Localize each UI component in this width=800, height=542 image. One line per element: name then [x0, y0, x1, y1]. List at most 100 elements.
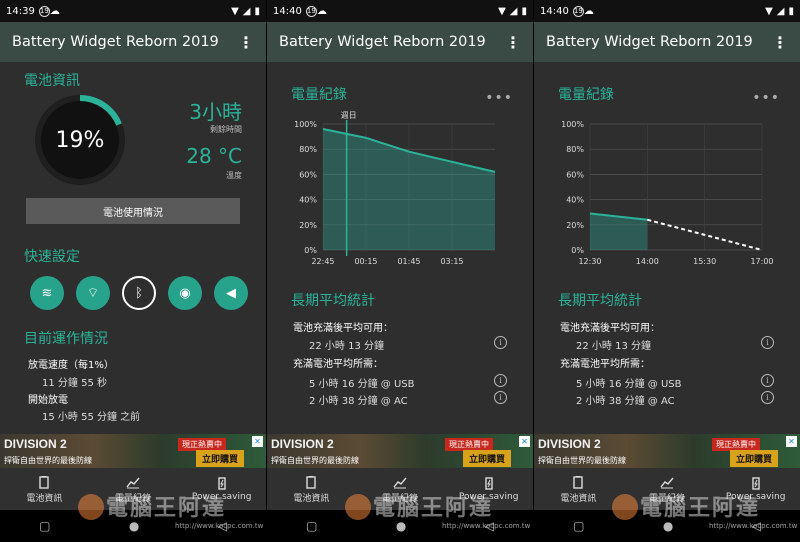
- stats-title: 長期平均統計: [558, 293, 642, 309]
- auto-brightness-toggle[interactable]: ◉: [168, 276, 202, 310]
- chart-icon: [660, 477, 674, 488]
- battery-chart: 100% 80% 60% 40% 20% 0% 22:45 00:15 01:45 03:15 週日: [294, 111, 496, 266]
- info-icon[interactable]: i: [494, 336, 507, 349]
- info-icon[interactable]: i: [761, 391, 774, 404]
- info-icon[interactable]: i: [494, 391, 507, 404]
- notification-icon: 19: [305, 5, 317, 17]
- more-options-icon[interactable]: ⋮: [772, 33, 788, 52]
- battery-history-content: 電量紀錄 ••• 100% 80% 60% 40% 20% 0% 22:45 00:15 01:…: [267, 62, 533, 434]
- x-tick-label: 17:00: [750, 257, 773, 266]
- y-tick-label: 80%: [299, 145, 317, 154]
- x-tick-label: 14:00: [636, 257, 659, 266]
- hotspot-toggle[interactable]: ⌔: [76, 276, 110, 310]
- quick-settings-row: ≋ ⌔ ᛒ ◉ ◀: [30, 276, 248, 310]
- ad-buy-button[interactable]: 立即購買: [729, 450, 778, 467]
- recents-button[interactable]: ▢: [39, 519, 50, 533]
- cloud-icon: ☁: [316, 5, 327, 17]
- ad-close-icon[interactable]: ✕: [786, 436, 797, 447]
- nav-battery-info[interactable]: 電池資訊: [0, 468, 89, 510]
- day-marker-label: 週日: [341, 111, 357, 120]
- ad-banner[interactable]: DIVISION 2 現正熱賣中 立即購買 捍衛自由世界的最後防線 ✕: [0, 434, 266, 468]
- volume-icon: ◀: [226, 285, 236, 301]
- battery-status-icon: ▮: [521, 5, 527, 17]
- signal-icon: ◢: [509, 5, 518, 17]
- watermark-url: http://www.kocpc.com.tw: [709, 522, 798, 530]
- watermark-url: http://www.kocpc.com.tw: [175, 522, 264, 530]
- discharge-rate-label: 放電速度（每1%）: [28, 360, 114, 371]
- power-saving-icon: [751, 477, 760, 490]
- watermark-text: 電腦王阿達: [640, 496, 761, 521]
- y-tick-label: 20%: [299, 221, 317, 230]
- more-options-icon[interactable]: ⋮: [505, 33, 521, 52]
- y-tick-label: 0%: [571, 246, 584, 255]
- battery-info-icon: [306, 475, 317, 489]
- screen-battery-history-2: 14:40 19 ☁ ▼ ◢ ▮ Battery Widget Reborn 2…: [534, 0, 800, 542]
- x-tick-label: 15:30: [693, 257, 716, 266]
- watermark-logo: [612, 494, 638, 520]
- y-tick-label: 100%: [561, 120, 584, 129]
- volume-toggle[interactable]: ◀: [214, 276, 248, 310]
- discharge-rate-value: 11 分鐘 55 秒: [42, 378, 107, 389]
- status-bar: 14:39 19 ☁ ▼ ◢ ▮: [0, 0, 266, 22]
- nav-battery-info[interactable]: 電池資訊: [267, 468, 356, 510]
- ad-close-icon[interactable]: ✕: [252, 436, 263, 447]
- battery-status-icon: ▮: [788, 5, 794, 17]
- ad-banner[interactable]: DIVISION 2 現正熱賣中 立即購買 捍衛自由世界的最後防線 ✕: [534, 434, 800, 468]
- bluetooth-icon: ᛒ: [135, 285, 143, 301]
- power-saving-icon: [217, 477, 226, 490]
- battery-info-icon: [39, 475, 50, 489]
- wifi-status-icon: ▼: [765, 5, 773, 17]
- nav-label: 電池資訊: [293, 493, 330, 504]
- info-icon[interactable]: i: [761, 336, 774, 349]
- battery-info-title: 電池資訊: [24, 73, 80, 89]
- bluetooth-toggle[interactable]: ᛒ: [122, 276, 156, 310]
- y-tick-label: 100%: [294, 120, 317, 129]
- nav-battery-info[interactable]: 電池資訊: [534, 468, 623, 510]
- ad-banner[interactable]: DIVISION 2 現正熱賣中 立即購買 捍衛自由世界的最後防線 ✕: [267, 434, 533, 468]
- recents-button[interactable]: ▢: [573, 519, 584, 533]
- ad-buy-button[interactable]: 立即購買: [195, 450, 244, 467]
- y-tick-label: 80%: [566, 145, 584, 154]
- wifi-status-icon: ▼: [498, 5, 506, 17]
- temperature-label: 溫度: [226, 171, 242, 180]
- ad-brand: DIVISION 2: [4, 437, 67, 451]
- notification-icon: 19: [572, 5, 584, 17]
- ad-buy-button[interactable]: 立即購買: [462, 450, 511, 467]
- info-icon[interactable]: i: [494, 374, 507, 387]
- x-tick-label: 01:45: [397, 257, 420, 266]
- temperature-value: 28 °C: [186, 144, 242, 168]
- status-bar: 14:40 19 ☁ ▼ ◢ ▮: [267, 0, 533, 22]
- wifi-toggle[interactable]: ≋: [30, 276, 64, 310]
- y-tick-label: 40%: [299, 196, 317, 205]
- screen-battery-history-1: 14:40 19 ☁ ▼ ◢ ▮ Battery Widget Reborn 2…: [267, 0, 533, 542]
- watermark-text: 電腦王阿達: [373, 496, 494, 521]
- watermark-url: http://www.kocpc.com.tw: [442, 522, 531, 530]
- more-options-icon[interactable]: ⋮: [238, 33, 254, 52]
- ad-close-icon[interactable]: ✕: [519, 436, 530, 447]
- cloud-icon: ☁: [49, 5, 60, 17]
- signal-icon: ◢: [776, 5, 785, 17]
- info-icon[interactable]: i: [761, 374, 774, 387]
- battery-usage-button[interactable]: 電池使用情況: [26, 198, 240, 224]
- nav-label: 電池資訊: [560, 493, 597, 504]
- chart-icon: [393, 477, 407, 488]
- app-title: Battery Widget Reborn 2019: [546, 34, 753, 50]
- watermark-logo: [345, 494, 371, 520]
- app-title: Battery Widget Reborn 2019: [12, 34, 219, 50]
- x-tick-label: 00:15: [354, 257, 377, 266]
- notification-icon: 19: [38, 5, 50, 17]
- remaining-time-label: 剩餘時間: [210, 125, 242, 134]
- avg-charge-ac: 2 小時 38 分鐘 @ AC: [309, 396, 408, 407]
- avg-charge-usb: 5 小時 16 分鐘 @ USB: [309, 379, 415, 390]
- status-time: 14:40: [540, 5, 569, 17]
- power-saving-icon: [484, 477, 493, 490]
- discharge-start-value: 15 小時 55 分鐘 之前: [42, 412, 141, 423]
- app-bar: Battery Widget Reborn 2019 ⋮: [267, 22, 533, 62]
- avg-after-full-value: 22 小時 13 分鐘: [309, 341, 384, 352]
- chart-icon: [126, 477, 140, 488]
- avg-after-full-label: 電池充滿後平均可用：: [560, 323, 660, 334]
- ad-tagline: 捍衛自由世界的最後防線: [4, 456, 92, 465]
- battery-percent: 19%: [56, 128, 105, 153]
- quick-settings-title: 快速設定: [24, 249, 80, 265]
- recents-button[interactable]: ▢: [306, 519, 317, 533]
